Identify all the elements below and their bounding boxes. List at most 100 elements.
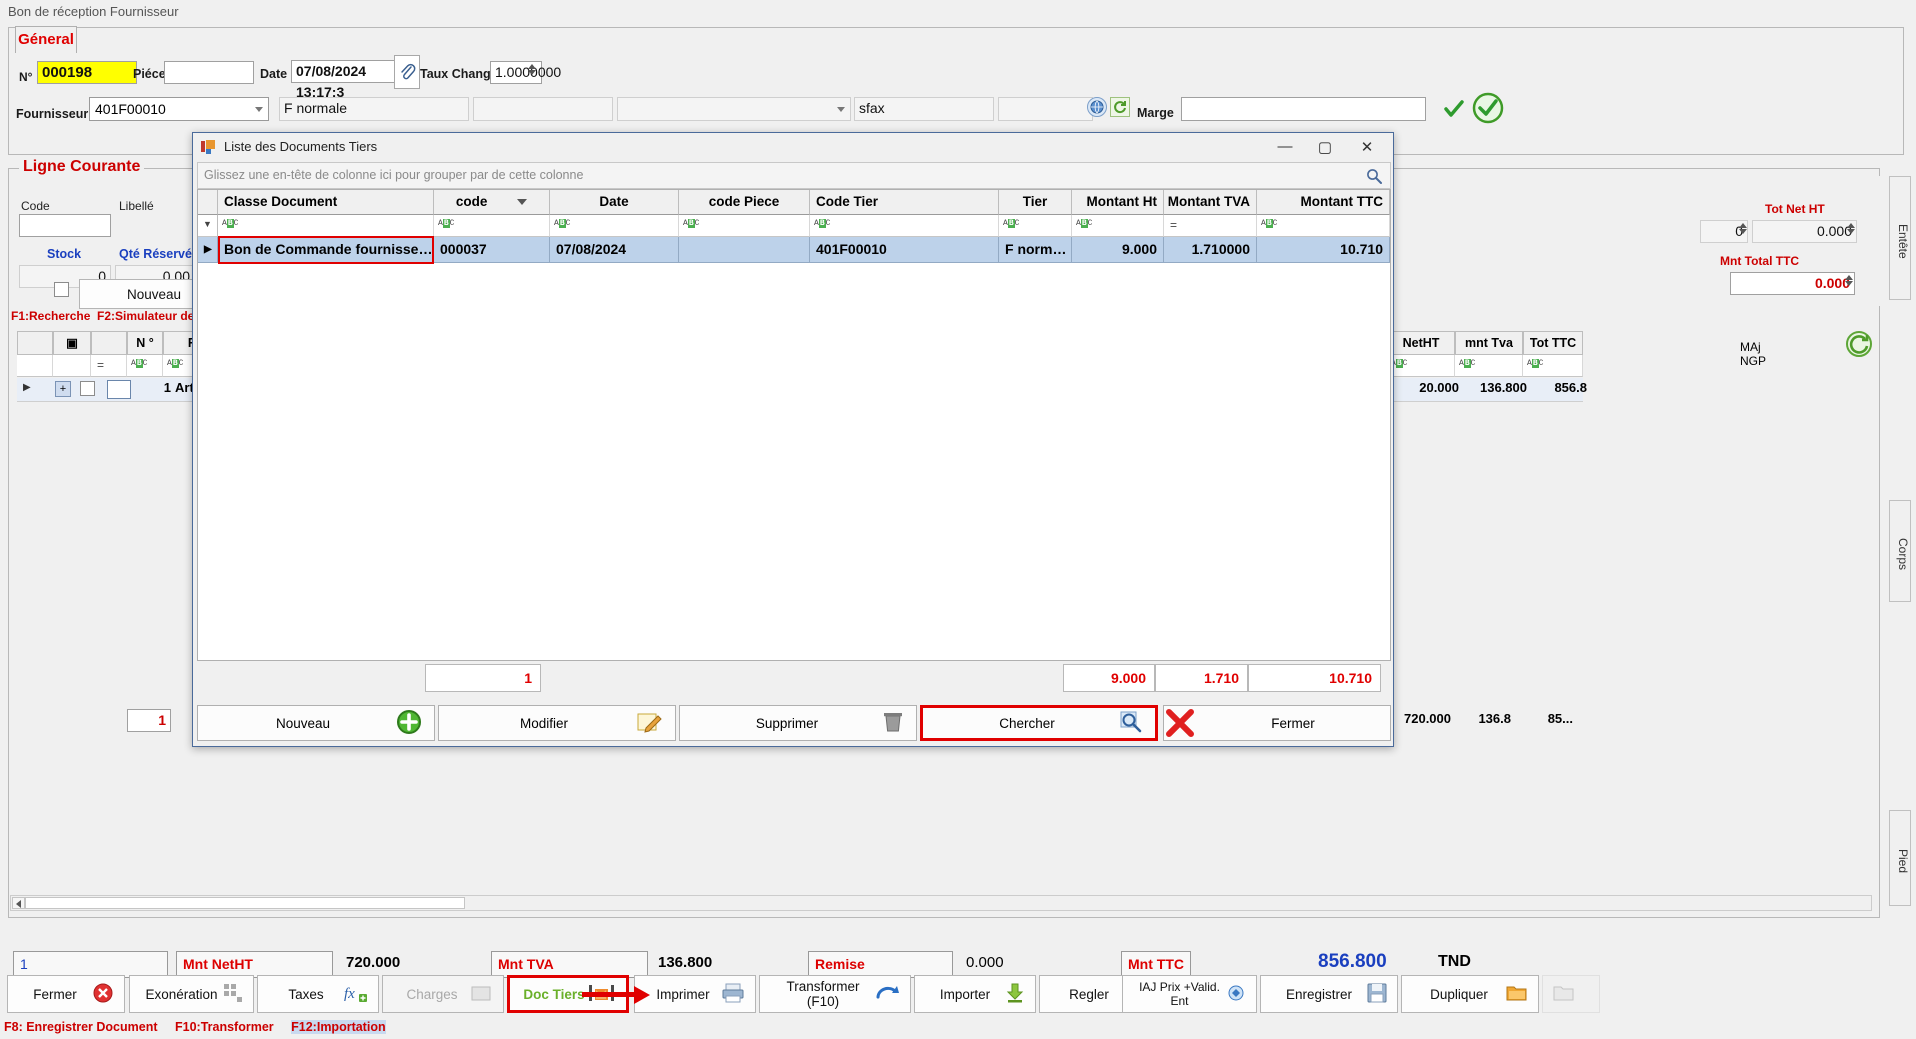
- cell-tier[interactable]: F norm…: [999, 237, 1072, 263]
- maj-ngp-icon[interactable]: [1845, 330, 1873, 361]
- grid-header-selector[interactable]: [17, 331, 53, 355]
- iaj-prix-valid-button[interactable]: IAJ Prix +Valid. Ent: [1122, 975, 1257, 1013]
- grid-col-code-piece[interactable]: code Piece: [679, 190, 810, 215]
- general-field-4-combo[interactable]: [617, 97, 851, 121]
- fermer-dialog-button[interactable]: Fermer: [1163, 705, 1391, 741]
- side-tab-corps[interactable]: Corps: [1889, 500, 1911, 602]
- taux-change-stepper[interactable]: [527, 63, 537, 82]
- chercher-button[interactable]: Chercher: [920, 705, 1158, 741]
- close-icon[interactable]: ✕: [1347, 133, 1387, 160]
- taxes-button[interactable]: Taxes fx: [257, 975, 379, 1013]
- red-arrow-annotation: [582, 986, 654, 1004]
- grid-col-montant-tva[interactable]: Montant TVA: [1164, 190, 1257, 215]
- taxes-label: Taxes: [288, 986, 324, 1002]
- cell-code-tier[interactable]: 401F00010: [810, 237, 999, 263]
- tab-general[interactable]: Géneral: [15, 26, 77, 53]
- fermer-button[interactable]: Fermer: [7, 975, 125, 1013]
- transformer-button[interactable]: Transformer (F10): [759, 975, 911, 1013]
- cell-montant-ht[interactable]: 9.000: [1072, 237, 1164, 263]
- cell-code[interactable]: 000037: [434, 237, 550, 263]
- filter-date[interactable]: ABC: [550, 215, 679, 237]
- grid-header-blank[interactable]: [91, 331, 127, 355]
- refresh-icon[interactable]: [1110, 97, 1130, 117]
- supprimer-button[interactable]: Supprimer: [679, 705, 917, 741]
- ville-field[interactable]: sfax: [854, 97, 994, 121]
- charges-button[interactable]: Charges: [382, 975, 504, 1013]
- grid-col-code-tier[interactable]: Code Tier: [810, 190, 999, 215]
- nouveau-button[interactable]: Nouveau: [197, 705, 435, 741]
- filter-montant-tva[interactable]: =: [1164, 215, 1257, 237]
- general-field-3[interactable]: [473, 97, 613, 121]
- filter-classe-document[interactable]: ABC: [218, 215, 434, 237]
- date-field[interactable]: 07/08/2024 13:17:3: [291, 60, 396, 100]
- cell-montant-ttc[interactable]: 10.710: [1257, 237, 1390, 263]
- side-tab-pied[interactable]: Pied: [1889, 810, 1911, 906]
- dialog-title-bar[interactable]: Liste des Documents Tiers: [193, 133, 1393, 160]
- marge-field[interactable]: [1181, 97, 1426, 121]
- cell-code-piece[interactable]: [679, 237, 810, 263]
- grid-header-netht[interactable]: NetHT: [1387, 331, 1455, 355]
- grid-col-montant-ht[interactable]: Montant Ht: [1072, 190, 1164, 215]
- side-tab-entete[interactable]: Entête: [1889, 176, 1911, 300]
- grid-filter-blank[interactable]: =: [91, 355, 127, 377]
- exoneration-button[interactable]: Exonération: [129, 975, 254, 1013]
- grid-header-check[interactable]: ▣: [53, 331, 91, 355]
- validate-green-icon[interactable]: [1472, 92, 1504, 127]
- grid-filter-netht[interactable]: ABC: [1387, 355, 1455, 377]
- filter-code-tier[interactable]: ABC: [810, 215, 999, 237]
- paperclip-icon[interactable]: [394, 55, 420, 89]
- grid-filter-check[interactable]: [53, 355, 91, 377]
- cell-montant-tva[interactable]: 1.710000: [1164, 237, 1257, 263]
- fournisseur-type-field[interactable]: F normale: [279, 97, 469, 121]
- tot-net-ht-stepper[interactable]: [1846, 222, 1856, 241]
- grid-filter-totttc[interactable]: ABC: [1523, 355, 1583, 377]
- importer-button[interactable]: Importer: [914, 975, 1036, 1013]
- red-x-icon[interactable]: [1165, 709, 1195, 740]
- horizontal-scrollbar[interactable]: [10, 895, 1872, 911]
- grid-col-classe-document[interactable]: Classe Document: [218, 190, 434, 215]
- ligne-checkbox[interactable]: [54, 282, 69, 297]
- enregistrer-button[interactable]: Enregistrer: [1260, 975, 1398, 1013]
- scroll-left-button[interactable]: [12, 897, 25, 909]
- tot-net-ht-qty-stepper[interactable]: [1738, 222, 1748, 241]
- grid-filter-selector[interactable]: [17, 355, 53, 377]
- marge-label: Marge: [1137, 106, 1174, 120]
- cell-date[interactable]: 07/08/2024: [550, 237, 679, 263]
- folder-open-button[interactable]: [1542, 975, 1600, 1013]
- grid-filter-num[interactable]: ABC: [127, 355, 163, 377]
- piece-field[interactable]: [164, 61, 254, 84]
- grid-filter-mnttva[interactable]: ABC: [1455, 355, 1523, 377]
- row-checkbox[interactable]: [80, 381, 95, 396]
- grid-header-mnttva[interactable]: mnt Tva: [1455, 331, 1523, 355]
- grid-header-num[interactable]: N °: [127, 331, 163, 355]
- grid-col-date[interactable]: Date: [550, 190, 679, 215]
- grid-col-montant-ttc[interactable]: Montant TTC: [1257, 190, 1390, 215]
- dupliquer-button[interactable]: Dupliquer: [1401, 975, 1539, 1013]
- row-edit-cell[interactable]: [107, 380, 131, 399]
- check-icon[interactable]: [1443, 99, 1465, 122]
- grid-col-tier[interactable]: Tier: [999, 190, 1072, 215]
- filter-tier[interactable]: ABC: [999, 215, 1072, 237]
- maximize-icon[interactable]: ▢: [1305, 133, 1345, 160]
- general-field-6[interactable]: [998, 97, 1093, 121]
- modifier-button[interactable]: Modifier: [438, 705, 676, 741]
- group-panel[interactable]: Glissez une en-tête de colonne ici pour …: [197, 162, 1391, 189]
- globe-icon[interactable]: [1087, 97, 1107, 117]
- cell-classe-document[interactable]: Bon de Commande fournisse…: [218, 237, 434, 263]
- iaj-prix-valid-label: IAJ Prix +Valid. Ent: [1139, 980, 1220, 1008]
- row-expand-icon[interactable]: +: [55, 381, 71, 397]
- mnt-total-ttc-stepper[interactable]: [1844, 274, 1854, 293]
- row-indicator-cell[interactable]: ▶: [198, 237, 218, 263]
- code-field[interactable]: [19, 214, 111, 237]
- filter-code[interactable]: ABC: [434, 215, 550, 237]
- num-field[interactable]: 000198: [37, 61, 137, 84]
- grid-col-code[interactable]: code: [434, 190, 550, 215]
- grid-header-totttc[interactable]: Tot TTC: [1523, 331, 1583, 355]
- filter-montant-ttc[interactable]: ABC: [1257, 215, 1390, 237]
- scroll-thumb[interactable]: [25, 897, 465, 909]
- grid-filter-indicator[interactable]: ▼: [198, 215, 218, 237]
- filter-montant-ht[interactable]: ABC: [1072, 215, 1164, 237]
- filter-code-piece[interactable]: ABC: [679, 215, 810, 237]
- fournisseur-code-combo[interactable]: 401F00010: [89, 97, 269, 121]
- minimize-icon[interactable]: —: [1265, 133, 1305, 160]
